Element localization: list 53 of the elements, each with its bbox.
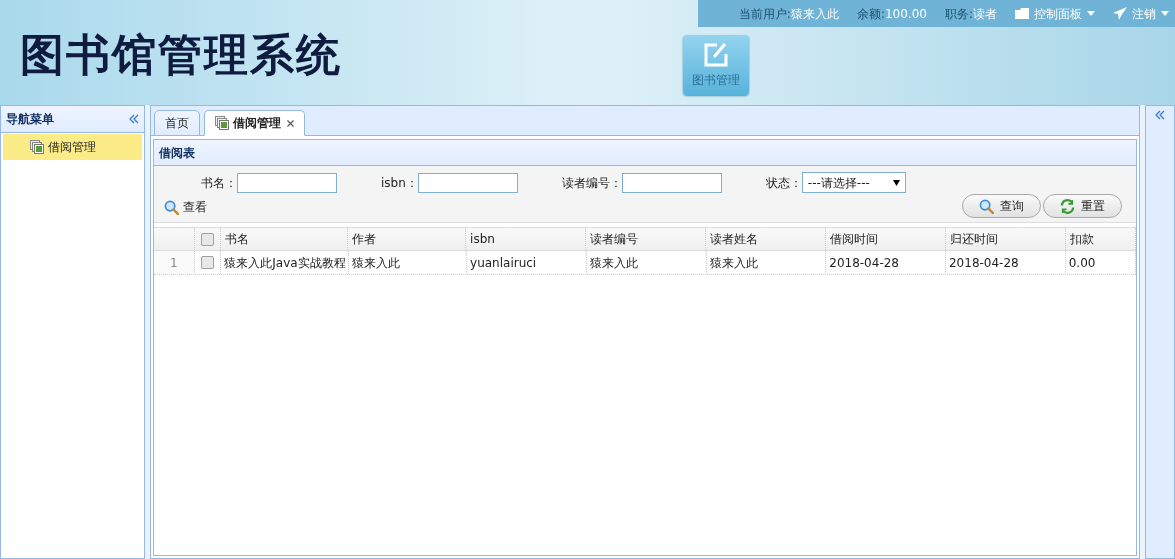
user-info-text: 当前用户:猿来入此 [738,5,839,23]
column-header[interactable]: 作者 [348,228,467,250]
close-icon[interactable] [287,119,294,127]
column-header[interactable]: 归还时间 [945,228,1066,250]
action-button[interactable]: 重置 [1043,194,1122,218]
column-header[interactable]: 借阅时间 [825,228,946,250]
action-button[interactable]: 查询 [962,194,1041,218]
collapse-icon[interactable] [129,114,139,124]
window-stack-icon [30,140,44,154]
caret-icon [1087,11,1095,16]
table-cell: 猿来入此Java实战教程 [221,251,350,274]
column-header[interactable]: 书名 [221,228,349,250]
expand-icon[interactable] [1155,110,1165,120]
status-select[interactable]: ---请选择--- [801,172,906,193]
search-icon [979,198,994,214]
filter-label: 状态： [765,174,802,192]
search-icon [164,199,179,215]
sidebar-title: 导航菜单 [6,111,54,128]
column-header[interactable]: isbn [466,228,586,250]
filter-label: 读者编号： [561,174,622,192]
caret-icon [892,179,900,186]
caret-icon [1161,11,1169,16]
table-cell: 猿来入此 [349,251,468,274]
table-cell: 猿来入此 [586,251,707,274]
tab[interactable]: 首页 [154,110,200,136]
column-header[interactable]: 扣款 [1065,228,1137,250]
checkbox[interactable] [201,232,214,246]
tab[interactable]: 借阅管理 [204,110,305,136]
filter-label: isbn： [381,174,418,192]
folder-icon [1015,8,1029,19]
table-cell: yuanlairuci [467,251,587,274]
table-cell: 猿来入此 [706,251,827,274]
text-field[interactable] [237,172,337,193]
text-field[interactable] [417,172,518,193]
row-number: 1 [154,251,195,274]
text-field[interactable] [621,172,722,193]
table-cell: 2018-04-28 [946,251,1066,274]
send-icon [1113,7,1127,20]
sidebar-item[interactable]: 借阅管理 [3,134,142,160]
window-stack-icon [215,116,229,130]
edit-icon [703,41,729,68]
panel-title: 借阅表 [159,144,195,162]
refresh-icon [1060,198,1075,214]
table-cell: 2018-04-28 [826,251,946,274]
checkbox[interactable] [200,256,214,269]
column-header[interactable]: 读者编号 [586,228,706,250]
column-header[interactable]: 读者姓名 [705,228,826,250]
filter-label: 书名： [201,174,237,192]
table-cell: 0.00 [1065,251,1136,274]
logo-title: 图书馆管理系统 [20,32,342,77]
user-info-text: 余额:100.00 [856,5,927,23]
view-link[interactable]: 查看 [164,198,207,216]
user-info-text: 职务:读者 [944,5,997,23]
